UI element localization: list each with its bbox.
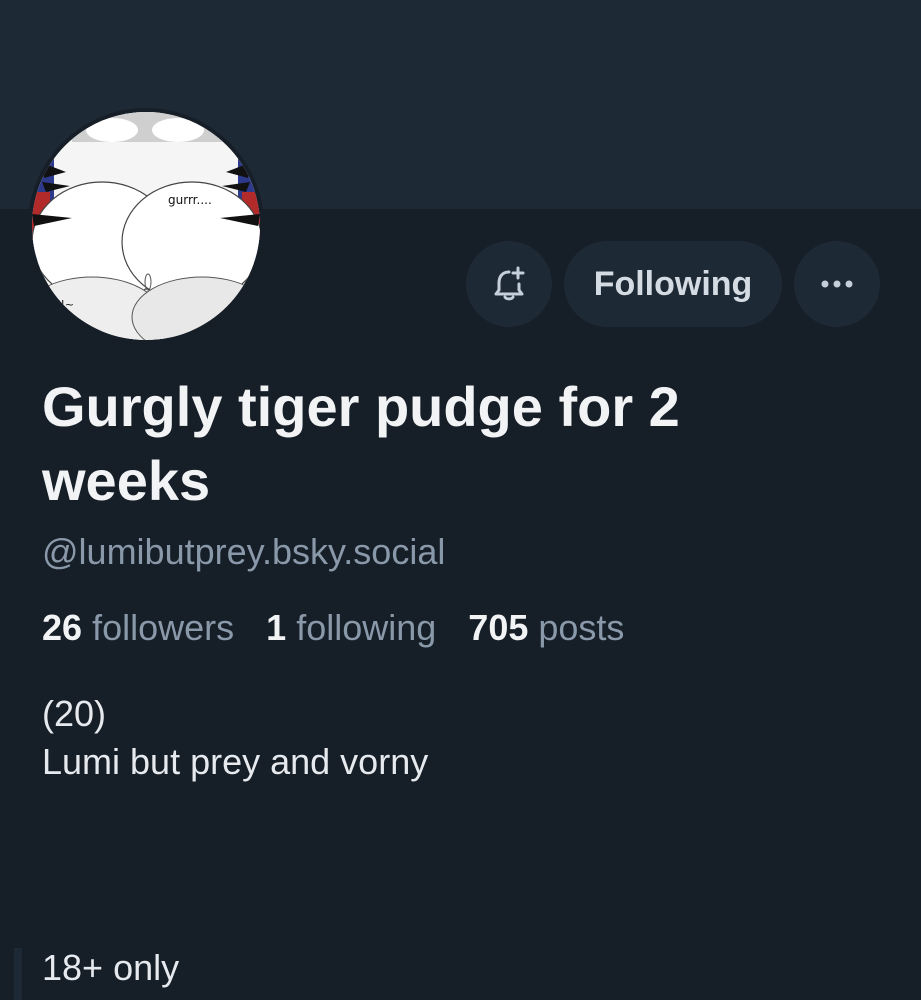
profile-page: gurrr.... losh!~ Following Gurgly tiger … — [0, 0, 921, 1000]
more-options-button[interactable] — [794, 241, 880, 327]
profile-bio: (20) Lumi but prey and vorny — [42, 690, 428, 786]
following-count: 1 — [266, 607, 287, 648]
profile-stats: 26 followers 1 following 705 posts — [42, 606, 646, 650]
avatar[interactable]: gurrr.... losh!~ — [28, 108, 264, 344]
subscribe-button[interactable] — [466, 241, 552, 327]
bio-line: Lumi but prey and vorny — [42, 741, 429, 782]
posts-stat: 705 posts — [468, 606, 624, 650]
bio-line: (20) — [42, 693, 107, 734]
svg-text:gurrr....: gurrr.... — [168, 193, 212, 207]
following-stat[interactable]: 1 following — [266, 606, 436, 650]
profile-actions: Following — [466, 241, 880, 327]
bio-line: 18+ only — [42, 947, 180, 988]
followers-count: 26 — [42, 607, 83, 648]
avatar-artwork: gurrr.... losh!~ — [32, 112, 260, 340]
bell-plus-icon — [494, 266, 525, 301]
svg-text:losh!~: losh!~ — [38, 298, 74, 311]
posts-count: 705 — [468, 607, 529, 648]
posts-label: posts — [538, 607, 625, 648]
followers-label: followers — [92, 607, 235, 648]
following-label: following — [296, 607, 437, 648]
followers-stat[interactable]: 26 followers — [42, 606, 234, 650]
profile-handle[interactable]: @lumibutprey.bsky.social — [42, 530, 445, 574]
following-button[interactable]: Following — [564, 241, 782, 327]
avatar-image: gurrr.... losh!~ — [32, 112, 260, 340]
ellipsis-icon — [821, 280, 853, 288]
display-name: Gurgly tiger pudge for 2 weeks — [42, 375, 680, 512]
bio-divider — [14, 948, 22, 1000]
